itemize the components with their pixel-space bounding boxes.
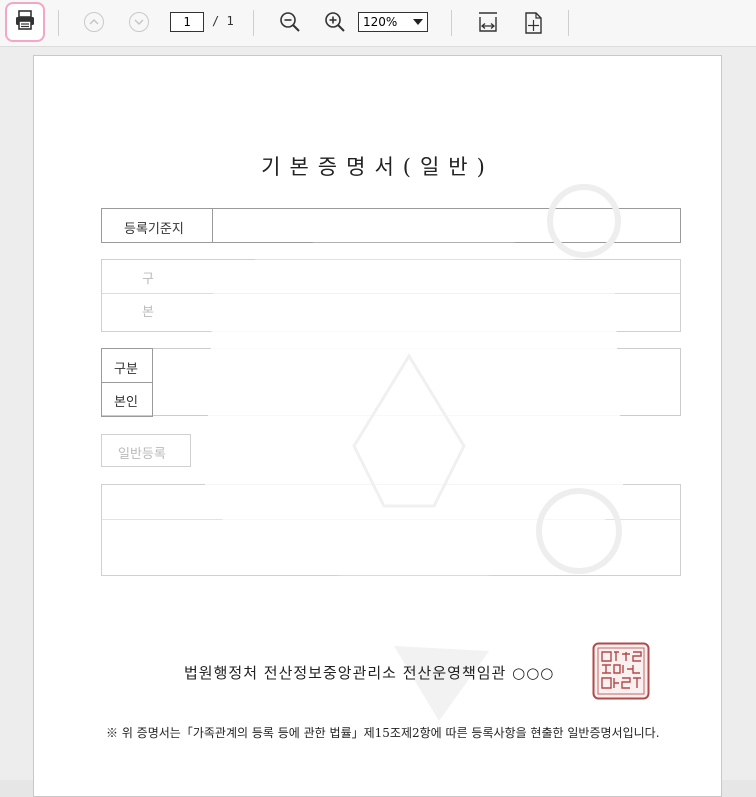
document-page: 기본증명서(일반) 등록기준지 구 본 구분 본인 일반등록 법원행정처 전산정… bbox=[33, 55, 722, 797]
fit-page-icon bbox=[522, 11, 544, 39]
document-title: 기본증명서(일반) bbox=[261, 155, 494, 179]
toolbar-separator bbox=[253, 10, 254, 36]
registry-label: 등록기준지 bbox=[124, 222, 184, 237]
document-viewer[interactable]: 기본증명서(일반) 등록기준지 구 본 구분 본인 일반등록 법원행정처 전산정… bbox=[0, 47, 756, 797]
fit-width-button[interactable] bbox=[477, 11, 499, 39]
toolbar-separator bbox=[451, 10, 452, 36]
general-registry-label: 일반등록 bbox=[118, 447, 166, 462]
page-up-icon bbox=[84, 12, 104, 32]
zoom-out-icon bbox=[279, 11, 301, 37]
print-icon bbox=[14, 9, 36, 35]
personal-info-table: 구 본 bbox=[101, 259, 681, 332]
row-bonin-label: 본인 bbox=[114, 395, 138, 410]
page-down-button[interactable] bbox=[129, 12, 149, 32]
zoom-in-button[interactable] bbox=[324, 11, 346, 37]
legal-note: ※ 위 증명서는「가족관계의 등록 등에 관한 법률」제15조제2항에 따른 등… bbox=[106, 726, 660, 740]
page-total-label: / 1 bbox=[212, 14, 234, 28]
general-registry-cell: 일반등록 bbox=[101, 434, 191, 467]
zoom-select[interactable]: 120% bbox=[358, 12, 428, 32]
chevron-down-icon bbox=[413, 19, 423, 25]
toolbar: 1 / 1 120% bbox=[0, 0, 756, 47]
zoom-value: 120% bbox=[363, 15, 398, 29]
issuing-authority: 법원행정처 전산정보중앙관리소 전산운영책임관 ○○○ bbox=[184, 664, 555, 682]
zoom-out-button[interactable] bbox=[279, 11, 301, 37]
registry-row: 등록기준지 bbox=[101, 208, 681, 243]
fit-page-button[interactable] bbox=[522, 11, 544, 39]
personal-info-label-b: 본 bbox=[142, 305, 154, 320]
zoom-in-icon bbox=[324, 11, 346, 37]
detail-table: 구분 본인 bbox=[101, 348, 681, 417]
fit-width-icon bbox=[477, 11, 499, 39]
page-number-input[interactable]: 1 bbox=[170, 12, 204, 32]
personal-info-label-a: 구 bbox=[142, 272, 154, 287]
print-button[interactable] bbox=[5, 2, 45, 42]
row-gubun-label: 구분 bbox=[114, 362, 138, 377]
general-registry-table bbox=[101, 484, 681, 576]
toolbar-separator bbox=[568, 10, 569, 36]
toolbar-separator bbox=[58, 10, 59, 36]
page-up-button[interactable] bbox=[84, 12, 104, 32]
official-seal bbox=[592, 642, 650, 700]
page-down-icon bbox=[129, 12, 149, 32]
